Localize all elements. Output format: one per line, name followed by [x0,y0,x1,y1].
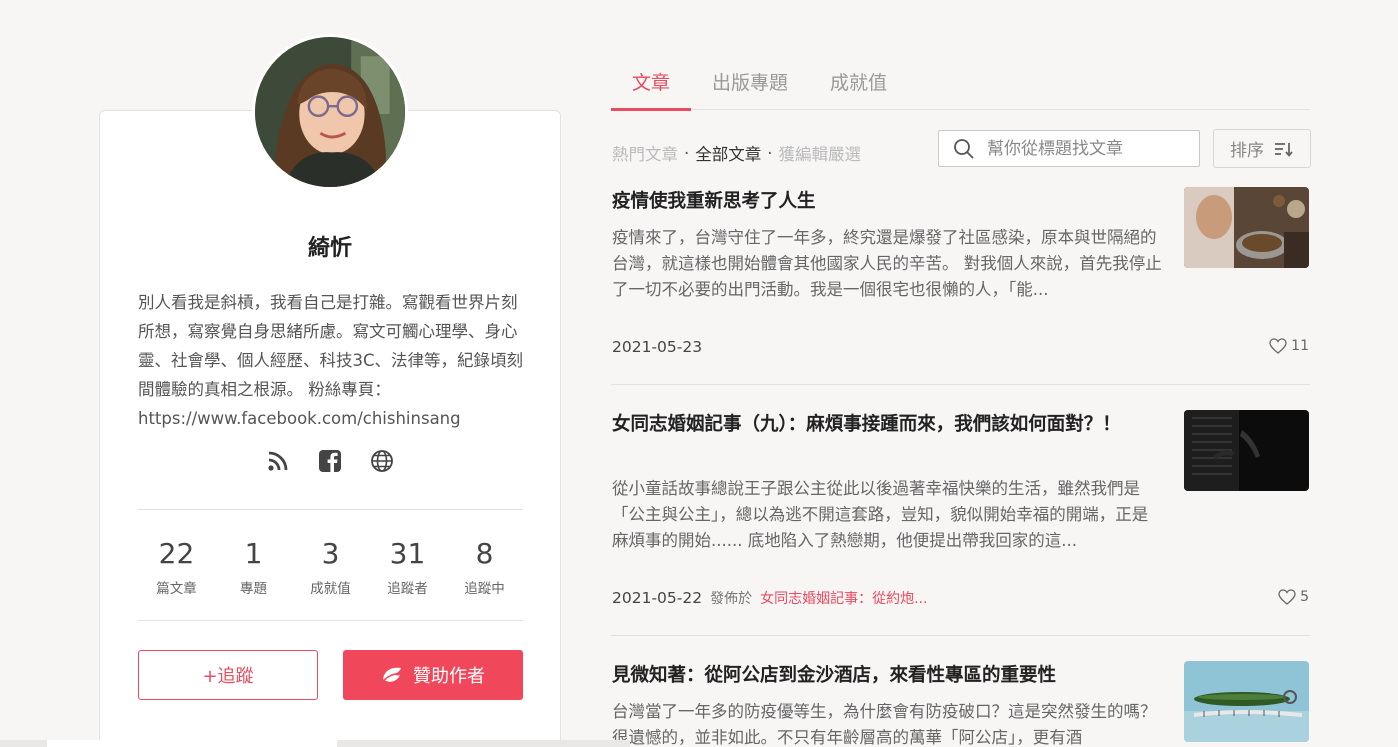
article-filter: 熱門文章 · 全部文章 · 獲編輯嚴選 [612,141,861,165]
stat-followers[interactable]: 31 追蹤者 [369,537,446,597]
author-stats: 22 篇文章 1 專題 3 成就值 31 追蹤者 8 追蹤中 [138,537,523,597]
article-thumbnail[interactable] [1184,661,1309,742]
filter-separator: · [684,143,690,163]
stat-achievements[interactable]: 3 成就值 [292,537,369,597]
stat-label: 追蹤中 [464,581,505,597]
like-count[interactable]: 5 [1278,589,1309,605]
stat-label: 專題 [240,581,267,597]
article-title[interactable]: 女同志婚姻記事（九）：麻煩事接踵而來，我們該如何面對？！ [612,410,1152,439]
article-meta: 2021-05-22 發佈於 女同志婚姻記事：從約炮... [612,588,927,608]
stat-value: 31 [389,537,426,570]
leaf-icon [381,667,401,684]
article-title[interactable]: 疫情使我重新思考了人生 [612,187,1152,216]
article-excerpt: 從小童話故事總說王子跟公主從此以後過著幸福快樂的生活，雖然我們是「公主與公主」，… [612,479,1149,550]
profile-tabs: 文章 出版專題 成就值 [611,60,1310,111]
column-link[interactable]: 女同志婚姻記事：從約炮... [760,588,927,608]
sponsor-button-label: 贊助作者 [413,666,485,687]
published-in-label: 發佈於 [710,591,753,607]
sort-button[interactable]: 排序 [1213,129,1311,168]
filter-hot[interactable]: 熱門文章 [612,141,678,165]
article-date: 2021-05-22 [612,589,703,607]
stat-value: 8 [475,537,494,570]
article-excerpt: 疫情來了，台灣守住了一年多，終究還是爆發了社區感染，原本與世隔絕的台灣，就這樣也… [612,228,1162,299]
sort-label: 排序 [1230,141,1264,161]
stat-label: 成就值 [310,581,351,597]
search-icon [954,138,974,159]
article-separator [611,384,1310,385]
sort-icon [1275,142,1293,157]
follow-button[interactable]: +追蹤 [138,650,318,700]
tab-publications[interactable]: 出版專題 [691,60,809,110]
article-date: 2021-05-23 [612,338,703,356]
article-card[interactable]: 見微知著：從阿公店到金沙酒店，來看性專區的重要性 台灣當了一年多的防疫優等生，為… [611,661,1310,747]
author-name: 綺忻 [307,236,352,261]
avatar[interactable] [252,34,408,190]
stat-value: 22 [158,537,195,570]
stat-label: 追蹤者 [387,581,428,597]
bottom-scroll-strip [0,740,630,747]
like-count-value: 5 [1300,589,1309,605]
heart-icon [1278,589,1296,605]
like-count-value: 11 [1291,338,1309,354]
heart-icon [1269,338,1287,354]
stat-value: 3 [321,537,340,570]
article-search [938,130,1200,167]
article-meta: 2021-05-23 [612,338,702,356]
article-thumbnail[interactable] [1184,410,1309,491]
filter-editor-pick[interactable]: 獲編輯嚴選 [779,141,862,165]
article-separator [611,635,1310,636]
article-card[interactable]: 疫情使我重新思考了人生 疫情來了，台灣守住了一年多，終究還是爆發了社區感染，原本… [611,187,1310,377]
stat-following[interactable]: 8 追蹤中 [446,537,523,597]
tab-achievements[interactable]: 成就值 [809,60,908,110]
sponsor-button[interactable]: 贊助作者 [343,650,523,700]
social-links [99,448,561,474]
stat-topics[interactable]: 1 專題 [215,537,292,597]
facebook-icon[interactable] [317,448,343,474]
filter-separator: · [767,143,773,163]
article-excerpt: 台灣當了一年多的防疫優等生，為什麼會有防疫破口？這是突然發生的嗎？很遺憾的，並非… [612,702,1157,747]
stat-articles[interactable]: 22 篇文章 [138,537,215,597]
tab-articles[interactable]: 文章 [611,60,692,111]
author-bio: 別人看我是斜槓，我看自己是打雜。寫觀看世界片刻所想，寫察覺自身思緒所慮。寫文可觸… [138,293,524,428]
divider [138,620,523,621]
filter-all[interactable]: 全部文章 [695,141,761,165]
article-title[interactable]: 見微知著：從阿公店到金沙酒店，來看性專區的重要性 [612,661,1152,690]
divider [138,509,523,510]
stat-value: 1 [244,537,263,570]
like-count[interactable]: 11 [1269,338,1309,354]
rss-icon[interactable] [265,448,291,474]
article-card[interactable]: 女同志婚姻記事（九）：麻煩事接踵而來，我們該如何面對？！ 從小童話故事總說王子跟… [611,410,1310,620]
stat-label: 篇文章 [156,581,197,597]
article-thumbnail[interactable] [1184,187,1309,268]
search-input[interactable] [987,138,1177,159]
globe-icon[interactable] [369,448,395,474]
